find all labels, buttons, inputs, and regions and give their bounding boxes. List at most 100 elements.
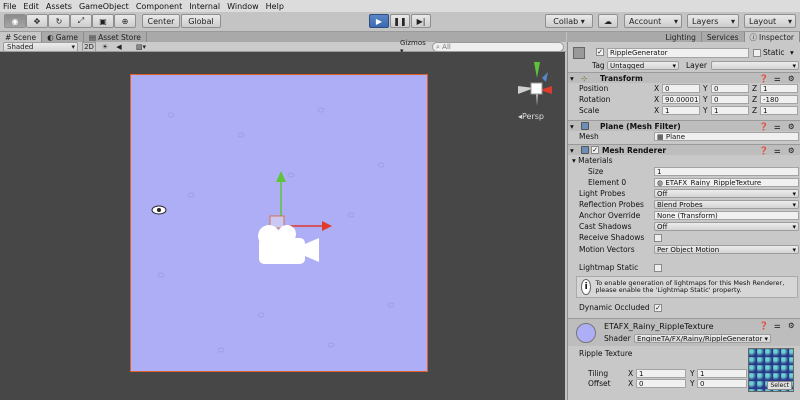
preset-icon[interactable]: ⚌ [774,146,781,155]
cast-shadows-label: Cast Shadows [579,222,632,231]
receive-shadows-checkbox[interactable] [654,234,662,242]
pause-button[interactable]: ❚❚ [390,14,410,28]
step-button[interactable]: ▶| [411,14,431,28]
collab-button[interactable]: Collab ▾ [545,14,593,28]
select-texture-button[interactable]: Select [767,381,792,390]
cloud-button[interactable]: ☁ [598,14,618,28]
menu-item-edit[interactable]: Edit [23,2,39,11]
x-axis-handle [322,221,332,231]
menu-item-internal[interactable]: Internal [189,2,220,11]
motion-vectors-dropdown[interactable]: Per Object Motion [654,245,799,254]
menu-item-file[interactable]: File [3,2,16,11]
scale-y-axis-label: Y [703,106,708,115]
gear-icon[interactable]: ⚙ [788,321,795,330]
offset-y-field[interactable]: 0 [697,379,747,388]
object-name-field[interactable]: RippleGenerator [607,48,749,58]
position-x-field[interactable]: 0 [662,84,700,93]
gear-icon[interactable]: ⚙ [788,146,795,155]
preset-icon[interactable]: ⚌ [774,321,781,330]
light-probes-dropdown[interactable]: Off [654,189,799,198]
perspective-label[interactable]: ◂Persp [518,112,544,121]
shading-mode-dropdown[interactable]: Shaded [3,42,78,52]
pivot-center-button[interactable]: Center [142,14,180,28]
tag-dropdown[interactable]: Untagged [607,61,679,70]
help-icon[interactable]: ❓ [759,321,768,330]
orientation-gizmo[interactable] [512,60,562,110]
tab-lighting[interactable]: Lighting [661,32,702,42]
camera-icon[interactable] [253,222,323,272]
transform-header[interactable]: ▾ ⊹ Transform ❓ ⚌ ⚙ [568,72,800,83]
transform-tool-button[interactable]: ⊕ [114,14,136,28]
mode-2d-toggle[interactable]: 2D [82,42,96,52]
tiling-x-field[interactable]: 1 [636,369,686,378]
size-field[interactable]: 1 [654,167,799,176]
move-tool-button[interactable]: ✥ [26,14,48,28]
speaker-icon: ◀ [116,43,122,51]
scene-viewport[interactable]: ◂Persp [0,52,565,400]
scale-y-field[interactable]: 1 [711,106,749,115]
preset-icon[interactable]: ⚌ [774,122,781,131]
position-y-field[interactable]: 0 [711,84,749,93]
preset-icon[interactable]: ⚌ [774,74,781,83]
scale-x-field[interactable]: 1 [662,106,700,115]
tiling-y-field[interactable]: 1 [697,369,747,378]
tab-asset-store[interactable]: ▤ Asset Store [84,32,147,42]
shader-dropdown[interactable]: EngineTA/FX/Rainy/RippleGenerator [634,334,771,343]
element0-field[interactable]: ◍ ETAFX_Rainy_RippleTexture [654,178,799,187]
position-z-field[interactable]: 1 [760,84,798,93]
tab-inspector[interactable]: ⓘ Inspector [744,32,800,42]
effects-dropdown[interactable]: ▨▾ [133,42,149,52]
reflection-probes-dropdown[interactable]: Blend Probes [654,200,799,209]
rotation-y-field[interactable]: 0 [711,95,749,104]
play-button[interactable]: ▶ [369,14,389,28]
material-preview-icon [576,323,596,343]
help-icon[interactable]: ❓ [759,74,768,83]
mesh-filter-header[interactable]: ▾ Plane (Mesh Filter) ❓ ⚌ ⚙ [568,120,800,131]
tab-services[interactable]: Services [702,32,745,42]
cast-shadows-dropdown[interactable]: Off [654,222,799,231]
gear-icon[interactable]: ⚙ [788,74,795,83]
static-checkbox[interactable] [753,49,761,57]
layout-dropdown[interactable]: Layout ▾ [744,14,796,28]
mesh-renderer-enabled-checkbox[interactable]: ✓ [591,146,599,154]
rotation-z-field[interactable]: -180 [760,95,798,104]
layers-dropdown[interactable]: Layers ▾ [687,14,739,28]
help-icon[interactable]: ❓ [759,122,768,131]
transform-icon: ⊕ [121,16,129,26]
anchor-override-field[interactable]: None (Transform) [654,211,799,220]
rect-tool-button[interactable]: ▣ [92,14,114,28]
layer-dropdown[interactable] [711,61,799,70]
active-checkbox[interactable]: ✓ [596,48,604,56]
scale-tool-button[interactable]: ⤢ [70,14,92,28]
scene-search-input[interactable]: ⌕ All [432,42,564,52]
transform-title: Transform [600,73,643,83]
help-icon[interactable]: ❓ [759,146,768,155]
tab-game[interactable]: ◐ Game [42,32,85,42]
material-header[interactable]: ETAFX_Rainy_RippleTexture Shader EngineT… [568,318,800,346]
menu-item-gameobject[interactable]: GameObject [79,2,129,11]
dynamic-occluded-checkbox[interactable]: ✓ [654,304,662,312]
mesh-field[interactable]: ▦ Plane [654,132,799,141]
menu-item-component[interactable]: Component [136,2,182,11]
mesh-renderer-header[interactable]: ▾ ✓ Mesh Renderer ❓ ⚌ ⚙ [568,144,800,155]
hand-tool-button[interactable]: ◉ [4,14,26,28]
lighting-toggle[interactable]: ☀ [99,42,111,52]
mesh-label: Mesh [579,132,599,141]
menu-item-assets[interactable]: Assets [46,2,72,11]
audio-toggle[interactable]: ◀ [113,42,125,52]
account-dropdown[interactable]: Account ▾ [624,14,682,28]
gizmos-dropdown[interactable]: Gizmos ▾ [400,39,428,55]
tab-scene[interactable]: # Scene [0,32,43,42]
materials-foldout[interactable]: ▾ Materials [572,156,613,165]
gear-icon[interactable]: ⚙ [788,122,795,131]
rotation-x-field[interactable]: 90.00001 [662,95,700,104]
ripple-texture-thumbnail[interactable]: Select [748,348,794,392]
rotate-tool-button[interactable]: ↻ [48,14,70,28]
chevron-down-icon[interactable]: ▾ [790,48,794,57]
lightmap-static-checkbox[interactable] [654,264,662,272]
pivot-global-button[interactable]: Global [181,14,221,28]
offset-x-field[interactable]: 0 [636,379,686,388]
scale-z-field[interactable]: 1 [760,106,798,115]
menu-item-help[interactable]: Help [266,2,284,11]
menu-item-window[interactable]: Window [227,2,259,11]
